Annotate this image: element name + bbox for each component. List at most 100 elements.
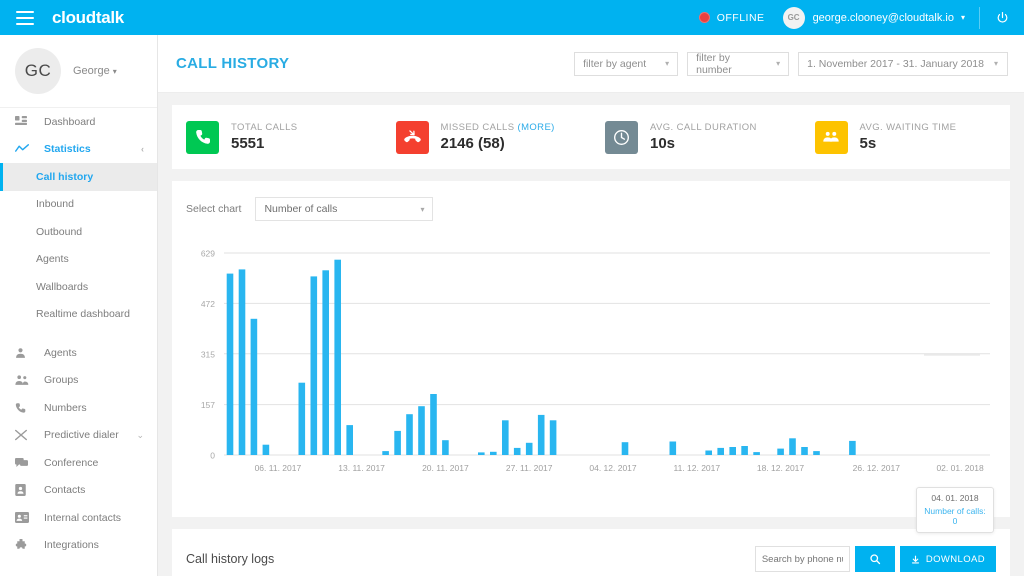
- kpi-label-text: TOTAL CALLS: [231, 122, 298, 133]
- missed-call-icon: [396, 121, 429, 154]
- chart-bar: [299, 383, 306, 455]
- search-input[interactable]: [755, 546, 850, 572]
- chart-bar: [741, 446, 748, 455]
- sidebar-item-contacts[interactable]: Contacts: [0, 477, 157, 505]
- user-menu[interactable]: GC george.clooney@cloudtalk.io ▾: [783, 7, 979, 29]
- select-chart-label: Select chart: [186, 203, 241, 215]
- x-tick-label: 04. 12. 2017: [589, 463, 637, 473]
- phone-icon: [15, 402, 33, 414]
- profile-name: George▾: [73, 65, 117, 77]
- chart-bar: [813, 451, 820, 455]
- x-tick-label: 02. 01. 2018: [936, 463, 984, 473]
- sidebar-item-numbers[interactable]: Numbers: [0, 394, 157, 422]
- x-tick-label: 13. 11. 2017: [338, 463, 385, 473]
- chart-bar: [346, 425, 353, 455]
- kpi-label-text: AVG. WAITING TIME: [860, 122, 957, 133]
- kpi-text: AVG. WAITING TIME 5s: [860, 122, 957, 152]
- sidebar-item-statistics[interactable]: Statistics‹: [0, 136, 157, 164]
- sidebar-item-conference[interactable]: Conference: [0, 449, 157, 477]
- chart-bar: [705, 451, 712, 456]
- date-range-select[interactable]: 1. November 2017 - 31. January 2018 ▾: [798, 52, 1008, 76]
- sidebar-item-dashboard[interactable]: Dashboard: [0, 108, 157, 136]
- chat-icon: [15, 457, 33, 469]
- chart-bar: [502, 420, 509, 455]
- user-email: george.clooney@cloudtalk.io: [813, 12, 954, 24]
- chevron-down-icon[interactable]: ⌄: [136, 430, 144, 441]
- kpi-label: TOTAL CALLS: [231, 122, 298, 133]
- sidebar-subitem-inbound[interactable]: Inbound: [0, 191, 157, 219]
- chart-bar: [789, 438, 796, 455]
- chevron-down-icon: ▾: [984, 59, 998, 68]
- kpi-value: 5s: [860, 135, 957, 152]
- people-icon: [15, 374, 33, 386]
- sidebar-item-label: Outbound: [36, 226, 82, 238]
- chevron-down-icon: ▾: [649, 59, 669, 68]
- date-range-value: 1. November 2017 - 31. January 2018: [807, 58, 984, 70]
- sidebar-item-label: Integrations: [44, 539, 99, 551]
- sidebar-item-label: Inbound: [36, 198, 74, 210]
- phone-icon: [186, 121, 219, 154]
- filter-by-agent-select[interactable]: filter by agent ▾: [574, 52, 678, 76]
- hamburger-icon[interactable]: [16, 11, 34, 25]
- kpi-missed-calls: MISSED CALLS (MORE)2146 (58): [382, 121, 592, 154]
- chart-panel: Select chart Number of calls ▾ 015731547…: [172, 181, 1010, 517]
- sidebar-item-predictive-dialer[interactable]: Predictive dialer⌄: [0, 422, 157, 450]
- sidebar-item-internal-contacts[interactable]: Internal contacts: [0, 504, 157, 532]
- shuffle-icon: [15, 429, 33, 441]
- download-button[interactable]: DOWNLOAD: [900, 546, 996, 572]
- chart-bar: [239, 269, 246, 455]
- sidebar-item-label: Call history: [36, 171, 93, 183]
- filter-by-number-select[interactable]: filter by number ▾: [687, 52, 789, 76]
- power-icon[interactable]: [980, 0, 1024, 35]
- kpi-label-text: AVG. CALL DURATION: [650, 122, 757, 133]
- waiting-people-icon: [815, 121, 848, 154]
- sidebar-subitem-realtime-dashboard[interactable]: Realtime dashboard: [0, 301, 157, 329]
- kpi-label: MISSED CALLS (MORE): [441, 122, 555, 133]
- chart-bar: [729, 447, 736, 455]
- chart-bar: [550, 420, 557, 455]
- sidebar-subitem-outbound[interactable]: Outbound: [0, 218, 157, 246]
- sidebar-item-integrations[interactable]: Integrations: [0, 532, 157, 560]
- search-button[interactable]: [855, 546, 895, 572]
- calls-bar-chart[interactable]: 015731547262906. 11. 201713. 11. 201720.…: [172, 243, 1010, 493]
- sidebar-profile[interactable]: GC George▾: [0, 35, 157, 108]
- tooltip-date: 04. 01. 2018: [923, 493, 987, 503]
- chart-bar: [526, 443, 533, 455]
- puzzle-icon: [15, 539, 33, 551]
- logs-title: Call history logs: [186, 552, 274, 566]
- status-badge[interactable]: OFFLINE: [699, 12, 765, 24]
- sidebar-subitem-wallboards[interactable]: Wallboards: [0, 273, 157, 301]
- chart-bar: [227, 274, 234, 455]
- sidebar-item-label: Contacts: [44, 484, 85, 496]
- sidebar-item-label: Agents: [36, 253, 69, 265]
- clock-icon: [605, 121, 638, 154]
- chart-bar: [514, 448, 521, 455]
- x-tick-label: 11. 12. 2017: [673, 463, 720, 473]
- kpi-label: AVG. WAITING TIME: [860, 122, 957, 133]
- missed-calls-more-link[interactable]: (MORE): [518, 122, 555, 133]
- sidebar-item-label: Groups: [44, 374, 78, 386]
- kpi-avg-waiting-time: AVG. WAITING TIME 5s: [801, 121, 1011, 154]
- sidebar-subitem-call-history[interactable]: Call history: [0, 163, 157, 191]
- chevron-down-icon: ▾: [760, 59, 780, 68]
- y-tick-label: 315: [201, 349, 215, 359]
- chart-bar: [442, 440, 449, 455]
- chevron-left-icon[interactable]: ‹: [141, 144, 144, 154]
- chevron-down-icon: ▾: [961, 14, 965, 22]
- chart-bar: [382, 451, 389, 455]
- sidebar-item-label: Wallboards: [36, 281, 88, 293]
- brand-logo[interactable]: cloudtalk: [52, 8, 124, 28]
- sidebar-subitem-agents[interactable]: Agents: [0, 246, 157, 274]
- chart-bar: [490, 452, 497, 455]
- select-chart-dropdown[interactable]: Number of calls ▾: [255, 197, 433, 221]
- y-tick-label: 157: [201, 400, 215, 410]
- sidebar-item-groups[interactable]: Groups: [0, 367, 157, 395]
- chevron-down-icon: ▾: [113, 67, 117, 76]
- sidebar-item-agents[interactable]: Agents: [0, 339, 157, 367]
- y-tick-label: 629: [201, 249, 215, 259]
- sidebar-item-label: Numbers: [44, 402, 87, 414]
- y-tick-label: 0: [210, 451, 215, 461]
- chart-bar: [406, 414, 413, 455]
- chart-toolbar: Select chart Number of calls ▾: [172, 181, 1010, 221]
- filter-by-number-value: filter by number: [696, 52, 760, 76]
